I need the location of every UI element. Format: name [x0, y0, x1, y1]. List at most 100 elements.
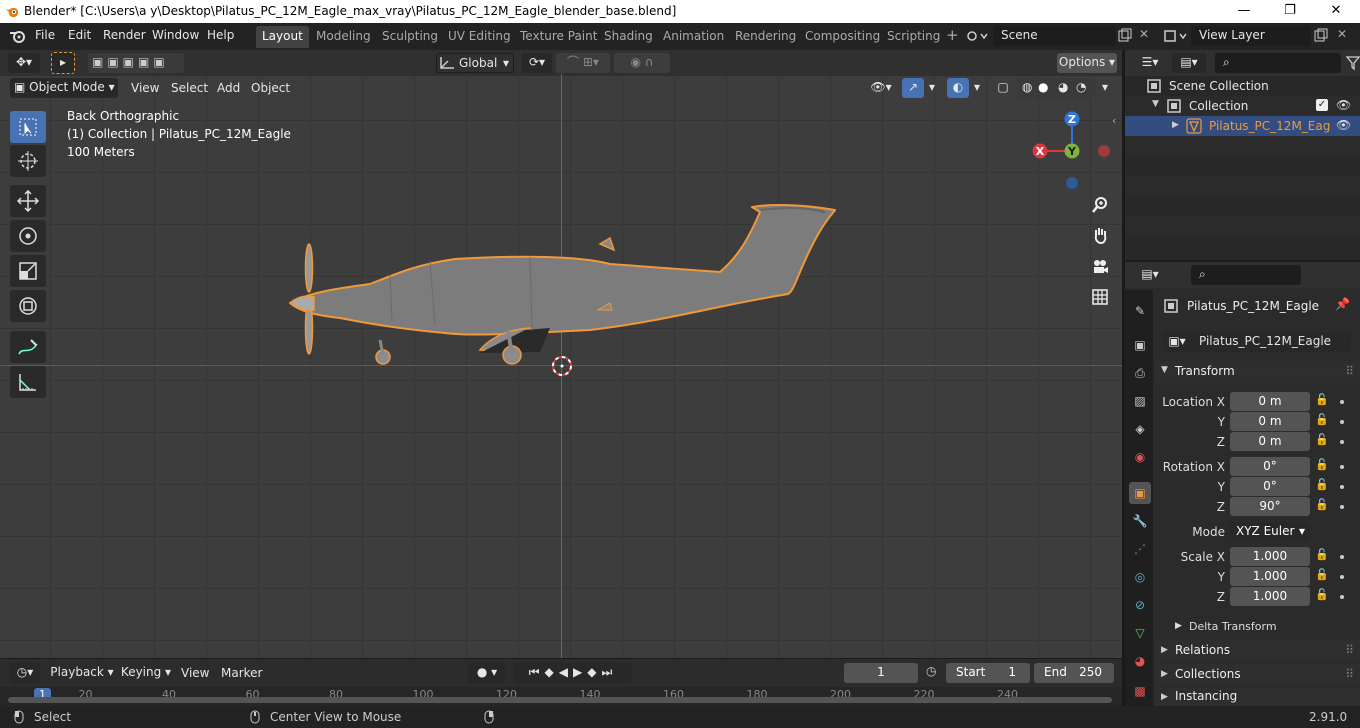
- remove-view-layer-icon[interactable]: ✕: [1337, 27, 1347, 41]
- sidebar-toggle-icon[interactable]: ‹: [1112, 114, 1116, 127]
- particles-tab-icon[interactable]: ⋰: [1129, 538, 1151, 560]
- scale-tool-button[interactable]: [10, 255, 46, 287]
- playback-dropdown[interactable]: Playback ▾: [46, 663, 118, 683]
- add-workspace-icon[interactable]: +: [946, 26, 959, 44]
- keyframe-dot-icon[interactable]: [1340, 420, 1344, 424]
- transform-orientation-dropdown[interactable]: Global ▾: [436, 53, 514, 73]
- mode-dropdown[interactable]: ▣ Object Mode ▾: [10, 78, 118, 98]
- menu-file[interactable]: File: [35, 28, 55, 42]
- relations-panel-header[interactable]: ▶ Relations ⠿: [1155, 640, 1360, 662]
- material-tab-icon[interactable]: ◕: [1129, 650, 1151, 672]
- outliner-search-input[interactable]: ⌕: [1215, 53, 1341, 73]
- object-tab-icon[interactable]: ▣: [1129, 482, 1151, 504]
- keyframe-dot-icon[interactable]: [1340, 400, 1344, 404]
- lock-icon[interactable]: 🔓: [1315, 498, 1329, 511]
- lock-icon[interactable]: 🔓: [1315, 548, 1329, 561]
- constraints-tab-icon[interactable]: ⊘: [1129, 594, 1151, 616]
- prev-keyframe-icon[interactable]: ◆: [545, 665, 559, 679]
- play-icon[interactable]: ▶: [573, 665, 587, 679]
- xray-toggle-icon[interactable]: ▢: [993, 78, 1013, 98]
- location-x-field[interactable]: 0 m: [1230, 392, 1310, 411]
- rotation-y-field[interactable]: 0°: [1230, 477, 1310, 496]
- rotation-z-field[interactable]: 90°: [1230, 497, 1310, 516]
- location-y-field[interactable]: 0 m: [1230, 412, 1310, 431]
- maximize-button[interactable]: ❐: [1267, 0, 1313, 23]
- pan-hand-icon[interactable]: [1087, 222, 1113, 248]
- gizmo-dropdown-icon[interactable]: ▾: [924, 78, 940, 98]
- scale-x-field[interactable]: 1.000: [1230, 547, 1310, 566]
- delta-transform-header[interactable]: Delta Transform: [1189, 620, 1277, 633]
- properties-editor-type-icon[interactable]: ▤▾: [1135, 265, 1165, 285]
- blender-menu-icon[interactable]: [9, 28, 27, 44]
- expand-arrow-icon[interactable]: ▶: [1172, 120, 1179, 130]
- overlays-toggle-icon[interactable]: ◐: [947, 78, 969, 98]
- properties-search-input[interactable]: ⌕: [1191, 265, 1301, 285]
- scene-name-field[interactable]: Scene: [993, 26, 1116, 46]
- object-browse-icon[interactable]: ▣▾: [1163, 332, 1191, 352]
- 3d-viewport[interactable]: ✥▾ ▸ ▣▣▣▣▣ Global ▾ ⟳▾ ⌒ ⊞▾ ◉ ∩ Options ▾…: [0, 50, 1122, 658]
- selection-mode-icons[interactable]: ▣▣▣▣▣: [88, 53, 184, 73]
- outliner-row-collection[interactable]: ▼ Collection ✓ 👁: [1125, 96, 1360, 116]
- outliner-row-scene-collection[interactable]: Scene Collection: [1125, 76, 1360, 96]
- options-dropdown[interactable]: Options ▾: [1057, 53, 1117, 73]
- timeline-view-menu[interactable]: View: [181, 666, 209, 680]
- tab-layout[interactable]: Layout: [256, 26, 309, 48]
- gizmo-neg-z-axis[interactable]: [1066, 177, 1078, 189]
- timeline-scrollbar[interactable]: [8, 697, 1112, 703]
- solid-shading-icon[interactable]: ●: [1038, 78, 1048, 97]
- end-frame-field[interactable]: End 250: [1034, 663, 1114, 683]
- jump-end-icon[interactable]: ⏭: [601, 665, 617, 679]
- keying-dropdown[interactable]: Keying ▾: [118, 663, 174, 683]
- annotate-tool-button[interactable]: [10, 331, 46, 363]
- visibility-eye-icon[interactable]: 👁: [1336, 98, 1351, 112]
- scale-z-field[interactable]: 1.000: [1230, 587, 1310, 606]
- filter-icon[interactable]: [1346, 56, 1360, 70]
- zoom-magnifier-icon[interactable]: [1087, 192, 1113, 218]
- transform-panel-header[interactable]: ▼ Transform ⠿: [1155, 361, 1360, 383]
- object-name-field[interactable]: Pilatus_PC_12M_Eagle: [1191, 332, 1351, 352]
- keyframe-dot-icon[interactable]: [1340, 440, 1344, 444]
- menu-add[interactable]: Add: [217, 81, 240, 95]
- tab-uv-editing[interactable]: UV Editing: [442, 26, 517, 48]
- camera-view-icon[interactable]: [1087, 254, 1113, 280]
- lock-icon[interactable]: 🔓: [1315, 568, 1329, 581]
- select-box-tool-icon[interactable]: ▸: [51, 52, 75, 74]
- menu-edit[interactable]: Edit: [68, 28, 91, 42]
- rendered-shading-icon[interactable]: ◔: [1076, 78, 1086, 97]
- mesh-data-tab-icon[interactable]: ▽: [1129, 622, 1151, 644]
- world-tab-icon[interactable]: ◉: [1129, 446, 1151, 468]
- rotation-x-field[interactable]: 0°: [1230, 457, 1310, 476]
- drag-handle-icon[interactable]: ⠿: [1345, 364, 1354, 378]
- modifier-tab-icon[interactable]: 🔧: [1129, 510, 1151, 532]
- tab-rendering[interactable]: Rendering: [729, 26, 802, 48]
- lock-icon[interactable]: 🔓: [1315, 393, 1329, 406]
- view-layer-tab-icon[interactable]: ▨: [1129, 390, 1151, 412]
- display-mode-icon[interactable]: ▤▾: [1172, 53, 1206, 73]
- close-button[interactable]: ✕: [1313, 0, 1359, 23]
- editor-type-icon[interactable]: ✥▾: [8, 53, 40, 73]
- new-view-layer-icon[interactable]: [1314, 28, 1328, 42]
- select-tool-button[interactable]: [10, 111, 46, 143]
- instancing-panel-header[interactable]: ▶ Instancing: [1155, 688, 1360, 706]
- lock-icon[interactable]: 🔓: [1315, 478, 1329, 491]
- tab-compositing[interactable]: Compositing: [799, 26, 886, 48]
- frame-ruler[interactable]: 1 20 40 60 80 100 120 140 160 180 200 220 240: [0, 687, 1122, 707]
- material-shading-icon[interactable]: ◕: [1058, 78, 1068, 97]
- menu-select[interactable]: Select: [171, 81, 208, 95]
- timeline-editor-type-icon[interactable]: ◷▾: [10, 663, 40, 683]
- tool-tab-icon[interactable]: ✎: [1129, 300, 1151, 322]
- pivot-point-icon[interactable]: ⟳▾: [522, 53, 552, 73]
- snap-icon[interactable]: ⌒ ⊞▾: [556, 53, 610, 73]
- new-scene-icon[interactable]: [1118, 28, 1132, 42]
- drag-handle-icon[interactable]: ⠿: [1345, 667, 1354, 681]
- rotation-mode-dropdown[interactable]: XYZ Euler ▾: [1230, 522, 1310, 541]
- scene-selector-icon[interactable]: [966, 29, 990, 44]
- keyframe-dot-icon[interactable]: [1340, 595, 1344, 599]
- scale-y-field[interactable]: 1.000: [1230, 567, 1310, 586]
- texture-tab-icon[interactable]: ▩: [1129, 680, 1151, 702]
- navigation-gizmo[interactable]: Z X Y: [1030, 110, 1116, 190]
- overlays-dropdown-icon[interactable]: ▾: [969, 78, 985, 98]
- tab-shading[interactable]: Shading: [598, 26, 659, 48]
- next-keyframe-icon[interactable]: ◆: [587, 665, 601, 679]
- lock-icon[interactable]: 🔓: [1315, 458, 1329, 471]
